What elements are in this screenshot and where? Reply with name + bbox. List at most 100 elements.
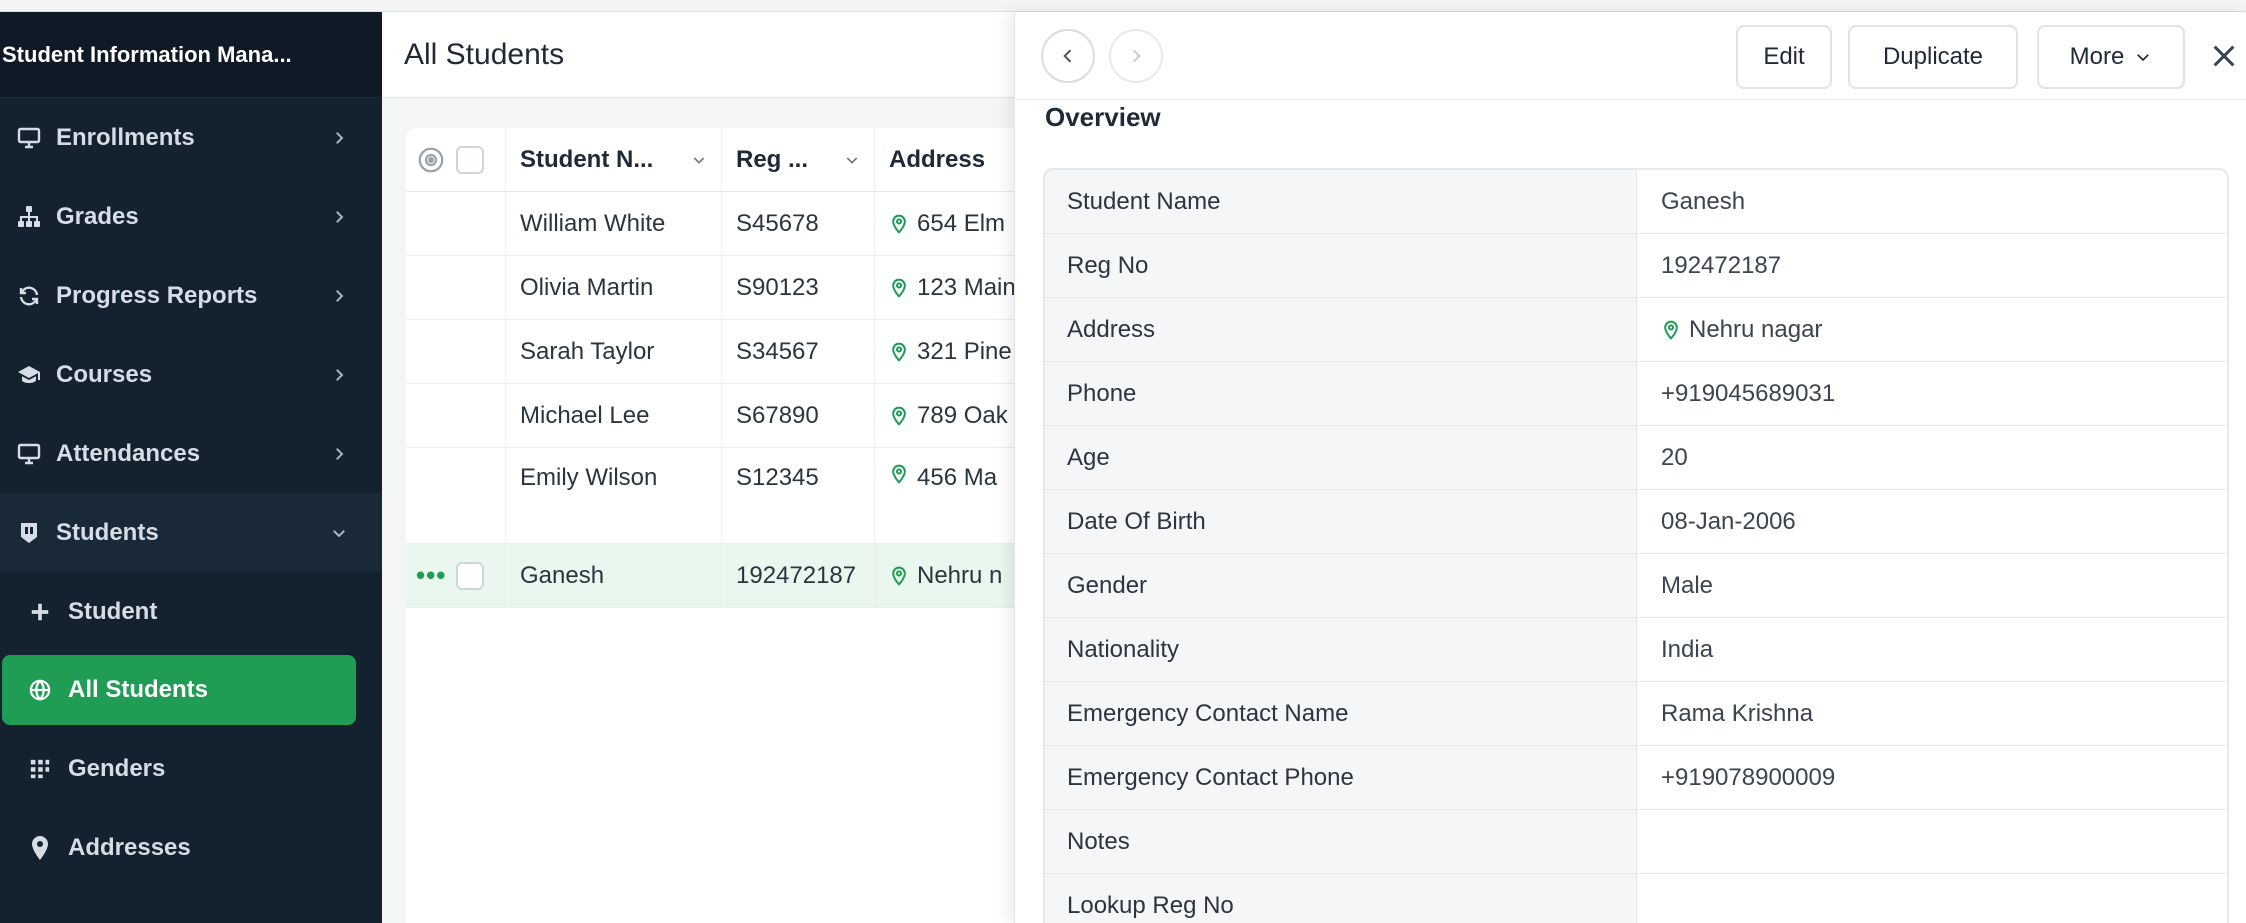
field-label: Emergency Contact Name	[1045, 682, 1637, 745]
row-controls: •••	[406, 544, 506, 607]
sidebar: Student Information Mana... Enrollments …	[0, 12, 382, 923]
sidebar-item-courses[interactable]: Courses	[0, 335, 382, 414]
sidebar-subitem-label: Genders	[68, 754, 166, 782]
map-pin-icon	[1664, 320, 1678, 340]
field-value	[1637, 810, 2227, 873]
map-pin-icon	[892, 214, 906, 234]
field-label: Notes	[1045, 810, 1637, 873]
field-value: +919078900009	[1661, 763, 1836, 791]
sidebar-item-grades[interactable]: Grades	[0, 177, 382, 256]
sidebar-subitem-genders[interactable]: Genders	[0, 729, 382, 808]
header-controls	[406, 128, 506, 191]
chevron-right-icon	[336, 289, 344, 302]
grid-icon	[28, 757, 52, 781]
cell-reg-no: S45678	[722, 192, 875, 255]
field-value	[1637, 874, 2227, 923]
field-value: +919045689031	[1661, 379, 1836, 407]
sidebar-item-label: Attendances	[56, 439, 201, 467]
row-controls	[406, 256, 506, 319]
field-value: 20	[1661, 443, 1688, 471]
field-row: Student Name Ganesh	[1045, 170, 2227, 234]
edit-button[interactable]: Edit	[1736, 25, 1832, 89]
chevron-right-icon	[336, 210, 344, 223]
field-value: 192472187	[1661, 251, 1782, 279]
field-row: Emergency Contact Name Rama Krishna	[1045, 682, 2227, 746]
field-row: Age 20	[1045, 426, 2227, 490]
badge-icon	[16, 520, 42, 546]
sitemap-icon	[16, 204, 42, 230]
field-label: Emergency Contact Phone	[1045, 746, 1637, 809]
field-value: India	[1661, 635, 1714, 663]
duplicate-button[interactable]: Duplicate	[1848, 25, 2018, 89]
row-controls	[406, 384, 506, 447]
map-pin-icon	[892, 278, 906, 298]
column-header-student-name[interactable]: Student N...	[506, 128, 722, 191]
column-header-label: Reg ...	[736, 145, 809, 173]
field-row: Nationality India	[1045, 618, 2227, 682]
chevron-right-icon	[336, 447, 344, 460]
field-label: Student Name	[1045, 170, 1637, 233]
sidebar-item-label: Grades	[56, 202, 139, 230]
field-row: Address Nehru nagar	[1045, 298, 2227, 362]
sidebar-subitem-addresses[interactable]: Addresses	[0, 808, 382, 887]
next-record-button[interactable]	[1109, 29, 1163, 83]
cell-address-text: 654 Elm	[917, 209, 1006, 237]
field-value: Ganesh	[1661, 187, 1746, 215]
sidebar-item-progress-reports[interactable]: Progress Reports	[0, 256, 382, 335]
field-value: Male	[1661, 571, 1714, 599]
sidebar-subitem-student[interactable]: Student	[0, 572, 382, 651]
previous-record-button[interactable]	[1041, 29, 1095, 83]
plus-icon	[28, 600, 52, 624]
cell-address-text: 321 Pine	[917, 337, 1012, 365]
sidebar-subitem-all-students[interactable]: All Students	[2, 655, 356, 725]
cell-student-name: Olivia Martin	[506, 256, 722, 319]
detail-toolbar: Edit Duplicate More	[1015, 12, 2246, 100]
map-pin-icon	[892, 464, 906, 484]
sidebar-item-enrollments[interactable]: Enrollments	[0, 98, 382, 177]
field-value-address: Nehru nagar	[1637, 298, 2227, 361]
app-title: Student Information Mana...	[0, 12, 382, 98]
map-pin-icon	[892, 342, 906, 362]
row-controls	[406, 320, 506, 383]
window-top-strip	[0, 0, 2246, 12]
field-row: Gender Male	[1045, 554, 2227, 618]
monitor-icon	[16, 125, 42, 151]
refresh-icon	[16, 283, 42, 309]
cell-reg-no: 192472187	[722, 544, 875, 607]
field-row: Date Of Birth 08-Jan-2006	[1045, 490, 2227, 554]
column-header-reg-no[interactable]: Reg ...	[722, 128, 875, 191]
sidebar-subitem-label: Addresses	[68, 833, 191, 861]
sidebar-item-attendances[interactable]: Attendances	[0, 414, 382, 493]
cell-student-name: Michael Lee	[506, 384, 722, 447]
more-button[interactable]: More	[2037, 25, 2185, 89]
field-row: Reg No 192472187	[1045, 234, 2227, 298]
row-controls	[406, 448, 506, 543]
chevron-right-icon	[1132, 49, 1141, 63]
select-all-checkbox[interactable]	[456, 145, 484, 174]
chevron-down-icon	[846, 156, 858, 164]
sidebar-item-label: Enrollments	[56, 123, 195, 151]
overview-fields-table: Student Name Ganesh Reg No 192472187 Add…	[1043, 168, 2229, 923]
row-checkbox[interactable]	[456, 561, 484, 590]
row-menu-icon[interactable]: •••	[416, 560, 456, 591]
chevron-right-icon	[336, 368, 344, 381]
chevron-down-icon	[693, 156, 705, 164]
cell-address-text: 456 Ma	[917, 464, 998, 491]
column-header-label: Student N...	[520, 145, 654, 173]
close-icon[interactable]	[2208, 40, 2240, 72]
cell-address-text: 789 Oak	[917, 401, 1008, 429]
cell-reg-no: S90123	[722, 256, 875, 319]
sidebar-item-label: Progress Reports	[56, 281, 258, 309]
sidebar-item-label: Courses	[56, 360, 153, 388]
field-label: Date Of Birth	[1045, 490, 1637, 553]
chevron-left-icon	[1063, 49, 1072, 63]
globe-icon	[28, 678, 52, 702]
map-pin-icon	[28, 835, 52, 860]
eye-icon[interactable]	[416, 145, 446, 175]
field-label: Phone	[1045, 362, 1637, 425]
sidebar-item-label: Students	[56, 518, 159, 546]
field-label: Nationality	[1045, 618, 1637, 681]
sidebar-item-students[interactable]: Students	[0, 493, 382, 572]
cell-student-name: Sarah Taylor	[506, 320, 722, 383]
field-row: Emergency Contact Phone +919078900009	[1045, 746, 2227, 810]
